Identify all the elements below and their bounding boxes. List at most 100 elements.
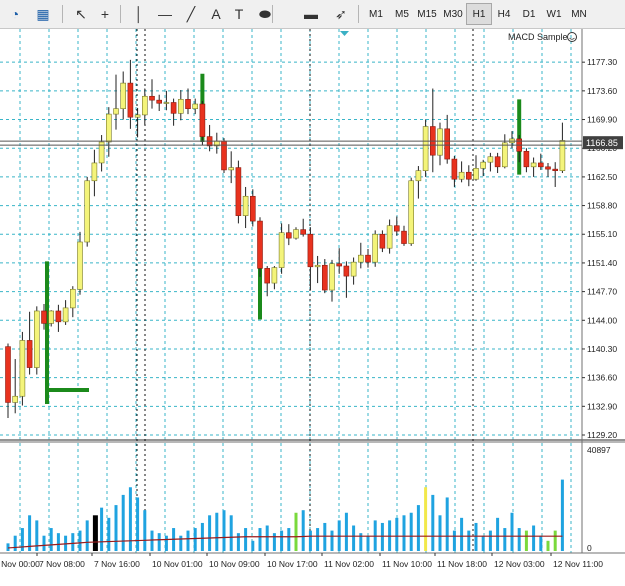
volume-bar xyxy=(272,533,276,551)
bear-candle-body xyxy=(336,263,343,267)
candle xyxy=(55,304,62,332)
candle xyxy=(422,119,429,177)
candle xyxy=(458,161,465,183)
candle xyxy=(149,79,155,109)
candle xyxy=(242,186,249,229)
bear-candle-body xyxy=(170,102,177,114)
candle xyxy=(545,162,551,177)
timeframe-w1[interactable]: W1 xyxy=(541,3,567,25)
timeframe-m30[interactable]: M30 xyxy=(440,3,466,25)
timeframe-m5[interactable]: M5 xyxy=(389,3,415,25)
volume-bar xyxy=(92,515,98,551)
volume-bar xyxy=(265,525,269,551)
bull-candle-body xyxy=(120,82,126,109)
bear-candle-body xyxy=(545,166,551,170)
bear-candle-body xyxy=(321,264,328,291)
chart-area[interactable]: 1177.301173.601169.901166.201162.501158.… xyxy=(0,29,625,581)
text-tool-icon[interactable]: A xyxy=(205,3,227,25)
candle xyxy=(314,255,321,284)
volume-bar xyxy=(330,530,334,551)
text-label-icon[interactable]: T xyxy=(228,3,250,25)
volume-bar xyxy=(114,505,118,551)
volume-bar xyxy=(42,535,46,551)
volume-pane: 40897 0 xyxy=(6,445,611,553)
toolbar-separator xyxy=(120,5,121,23)
bull-candle-body xyxy=(192,103,198,109)
vertical-line-icon[interactable]: │ xyxy=(128,3,150,25)
volume-bar xyxy=(200,522,204,551)
timeframe-d1[interactable]: D1 xyxy=(516,3,542,25)
candle xyxy=(62,300,69,325)
volume-bar xyxy=(294,512,298,551)
candle xyxy=(487,152,494,172)
bull-candle-body xyxy=(113,108,119,115)
timeframe-h4[interactable]: H4 xyxy=(491,3,517,25)
bull-candle-body xyxy=(12,395,18,403)
volume-bar xyxy=(352,525,356,551)
candle xyxy=(329,259,335,302)
candle xyxy=(84,176,90,247)
candle xyxy=(537,153,544,170)
bull-candle-body xyxy=(501,142,508,168)
rectangle-icon[interactable]: ▬ xyxy=(300,3,322,25)
bear-candle-body xyxy=(250,195,256,222)
chart-overlay: 1166.85 MACD Sample xyxy=(0,31,623,150)
volume-bar xyxy=(71,533,75,551)
candle xyxy=(12,359,18,414)
volume-bar xyxy=(553,530,557,551)
candle xyxy=(70,286,76,318)
bear-candle-body xyxy=(307,233,314,268)
volume-bar xyxy=(323,522,327,551)
volume-bar xyxy=(438,515,442,551)
volume-bar xyxy=(496,517,500,551)
volume-bar xyxy=(524,530,528,551)
candle xyxy=(300,218,307,237)
candle xyxy=(293,227,299,240)
volume-bar xyxy=(13,535,17,551)
volume-bar xyxy=(236,533,240,551)
candle xyxy=(393,216,400,236)
timeframe-m15[interactable]: M15 xyxy=(414,3,440,25)
volume-min-label: 0 xyxy=(587,543,592,553)
arrow-objects-icon[interactable]: ➶ xyxy=(330,3,352,25)
candle xyxy=(350,257,357,285)
candle xyxy=(321,259,328,294)
bull-candle-body xyxy=(163,102,170,104)
price-axis: 1177.301173.601169.901166.201162.501158.… xyxy=(582,57,617,440)
volume-max-label: 40897 xyxy=(587,445,611,455)
bear-candle-body xyxy=(257,220,263,269)
candle xyxy=(365,248,371,268)
volume-bar xyxy=(416,505,420,551)
timeframe-m1[interactable]: M1 xyxy=(363,3,389,25)
candle xyxy=(494,152,501,174)
cursor-arrow-icon[interactable]: ↖ xyxy=(70,3,92,25)
bull-candle-body xyxy=(48,310,55,324)
candle xyxy=(451,155,458,187)
horizontal-line-icon[interactable]: — xyxy=(154,3,176,25)
bull-candle-body xyxy=(77,241,83,290)
candle xyxy=(444,114,451,164)
crosshair-icon[interactable]: + xyxy=(94,3,116,25)
price-label: 1140.30 xyxy=(587,344,617,354)
bull-candle-body xyxy=(19,340,26,397)
chart-properties-icon[interactable]: ▦ xyxy=(32,3,54,25)
candle xyxy=(473,155,479,181)
volume-bar xyxy=(452,530,456,551)
volume-bar xyxy=(474,522,478,551)
candle xyxy=(357,242,364,269)
bull-candle-body xyxy=(293,229,299,239)
candle xyxy=(285,224,292,246)
price-chart[interactable]: 1177.301173.601169.901166.201162.501158.… xyxy=(0,29,625,581)
bear-candle-body xyxy=(451,158,458,180)
price-label: 1158.80 xyxy=(587,201,617,211)
candle xyxy=(19,331,26,406)
bull-candle-body xyxy=(530,162,537,168)
time-label: 10 Nov 17:00 xyxy=(267,559,318,569)
zoom-clock-icon[interactable]: ◔ xyxy=(4,3,26,25)
bear-candle-body xyxy=(185,99,191,109)
candle xyxy=(257,217,263,277)
volume-bar xyxy=(517,528,521,551)
trendline-icon[interactable]: ╱ xyxy=(180,3,202,25)
timeframe-h1[interactable]: H1 xyxy=(466,3,492,25)
timeframe-mn[interactable]: MN xyxy=(566,3,592,25)
